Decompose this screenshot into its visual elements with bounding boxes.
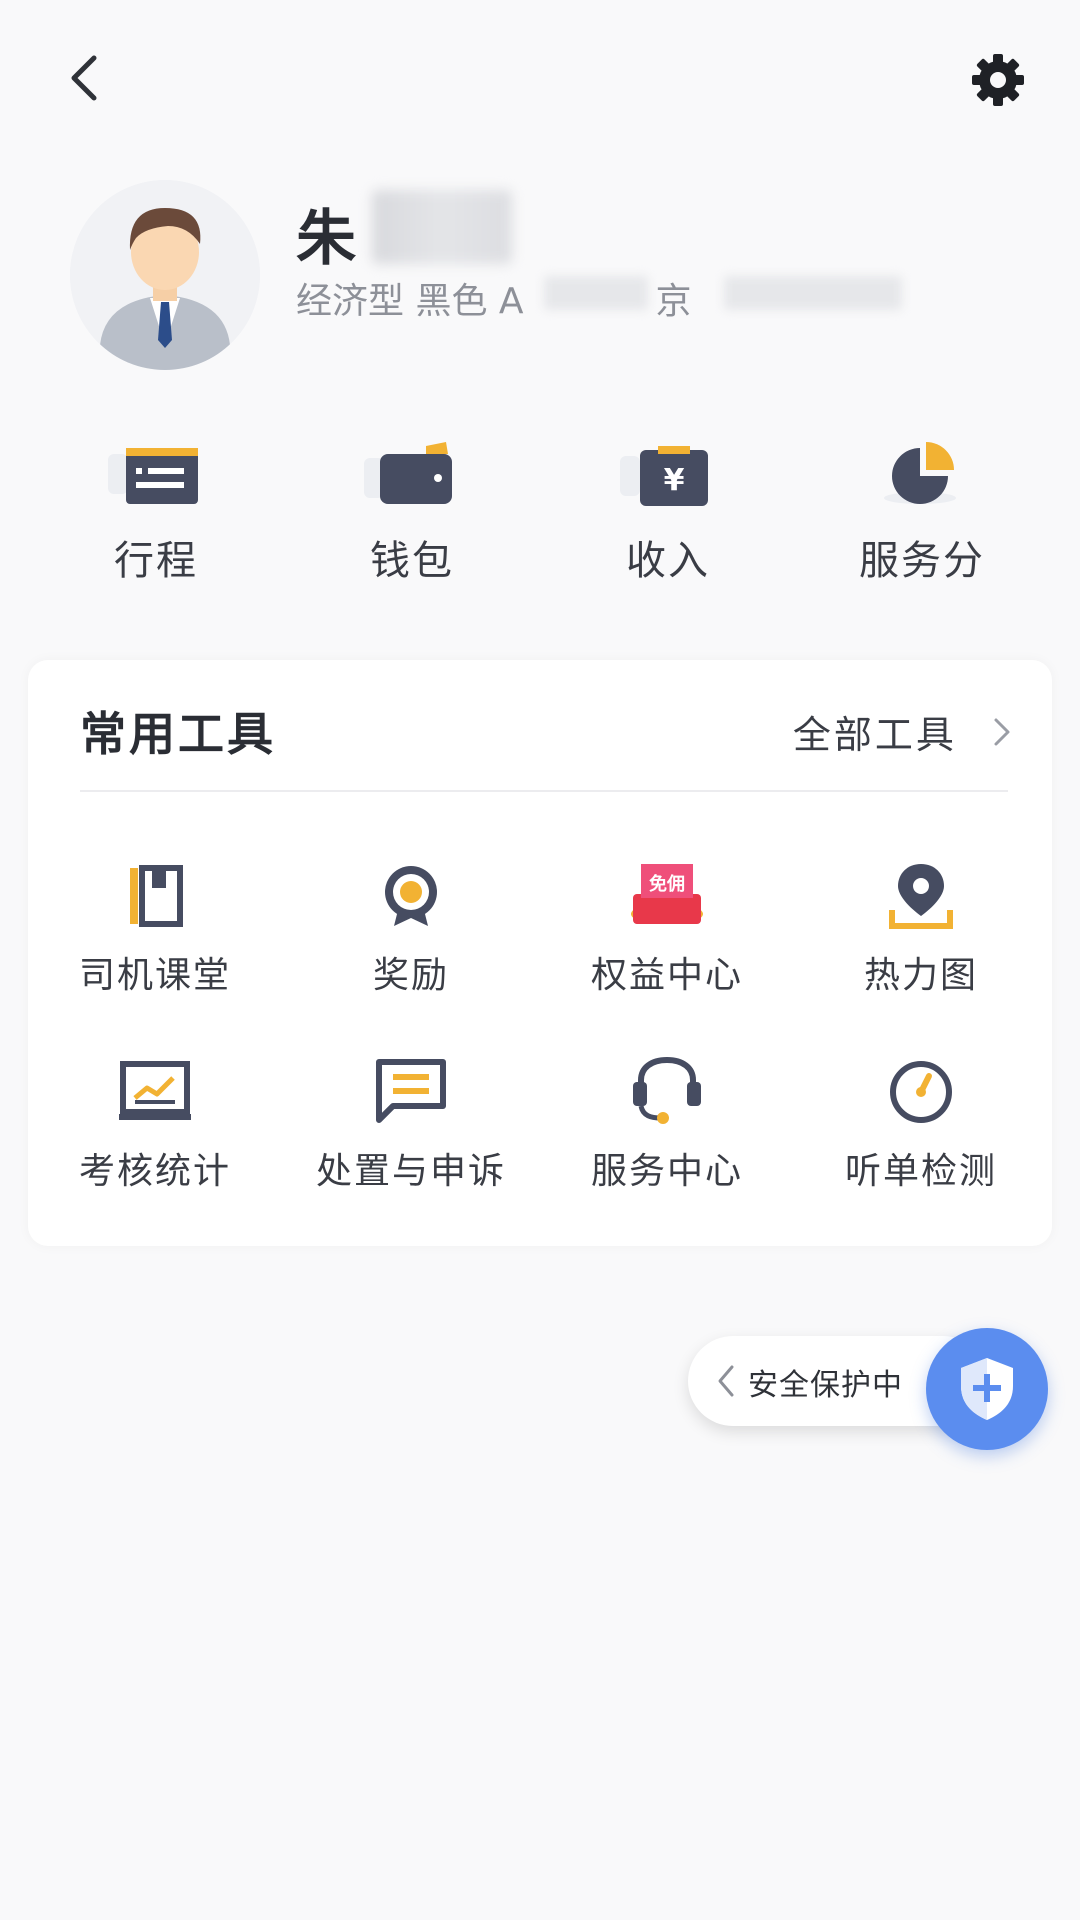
gauge-icon xyxy=(890,1061,952,1123)
tool-benefits-center[interactable]: 免佣 权益中心 xyxy=(552,860,782,1010)
common-tools-card: 常用工具 全部工具 司机课堂 奖励 免佣 权益中心 热力图 考核统计 处置与申诉… xyxy=(28,660,1052,1246)
tool-driver-class[interactable]: 司机课堂 xyxy=(40,860,270,1010)
tool-label: 奖励 xyxy=(372,955,449,996)
tool-disposal-appeal[interactable]: 处置与申诉 xyxy=(296,1056,526,1206)
medal-icon xyxy=(385,866,437,926)
top-bar xyxy=(0,0,1080,160)
safety-shield-button[interactable] xyxy=(926,1328,1048,1450)
avatar[interactable] xyxy=(70,180,260,370)
headset-icon xyxy=(633,1056,701,1124)
all-tools-link[interactable]: 全部工具 xyxy=(793,704,1012,757)
book-icon xyxy=(130,865,183,927)
tool-label: 听单检测 xyxy=(844,1151,997,1192)
quick-action-wallet[interactable]: 钱包 xyxy=(312,430,512,600)
divider xyxy=(80,790,1008,792)
quick-action-label: 收入 xyxy=(626,538,710,584)
all-tools-label: 全部工具 xyxy=(792,713,957,757)
redacted-name xyxy=(372,190,512,264)
tool-label: 考核统计 xyxy=(78,1151,231,1192)
tool-heatmap[interactable]: 热力图 xyxy=(806,860,1036,1010)
trip-card-icon xyxy=(108,448,198,504)
chevron-right-icon xyxy=(994,718,1010,745)
tool-label: 司机课堂 xyxy=(78,955,231,996)
tool-label: 处置与申诉 xyxy=(315,1151,506,1192)
quick-action-label: 钱包 xyxy=(370,538,454,584)
chevron-left-icon xyxy=(71,55,97,101)
tools-title: 常用工具 xyxy=(80,707,276,761)
commission-free-badge: 免佣 xyxy=(649,873,685,895)
coupon-gift-icon: 免佣 xyxy=(631,864,703,924)
message-icon xyxy=(376,1059,446,1123)
redacted-plate-segment xyxy=(544,276,648,310)
tool-service-center[interactable]: 服务中心 xyxy=(552,1056,782,1206)
quick-action-trips[interactable]: 行程 xyxy=(56,430,256,600)
chart-board-icon xyxy=(119,1061,191,1120)
gear-icon xyxy=(972,54,1024,106)
pie-chart-icon xyxy=(884,442,956,504)
driver-avatar-icon xyxy=(70,180,260,370)
tool-label: 热力图 xyxy=(863,955,978,996)
quick-action-label: 服务分 xyxy=(859,538,985,584)
income-yen-icon: ¥ xyxy=(620,446,708,506)
profile-header: 朱 经济型 黑色 A 京 xyxy=(0,160,1080,370)
quick-action-service-score[interactable]: 服务分 xyxy=(822,430,1022,600)
driver-profile-screen: 朱 经济型 黑色 A 京 行程 钱包 ¥ 收入 服务分 常用工具 全部工具 司机课… xyxy=(0,0,1080,1920)
shield-plus-icon xyxy=(961,1358,1013,1420)
tool-assessment-stats[interactable]: 考核统计 xyxy=(40,1056,270,1206)
car-description: 经济型 黑色 A xyxy=(296,281,524,322)
wallet-icon xyxy=(364,442,452,504)
tool-order-detection[interactable]: 听单检测 xyxy=(806,1056,1036,1206)
chevron-left-icon xyxy=(718,1365,734,1397)
back-button[interactable] xyxy=(58,50,114,106)
svg-text:¥: ¥ xyxy=(664,463,685,498)
map-pin-icon xyxy=(889,864,953,929)
plate-prefix: 京 xyxy=(655,281,692,322)
tool-label: 权益中心 xyxy=(590,955,743,996)
quick-actions: 行程 钱包 ¥ 收入 服务分 xyxy=(0,430,1080,600)
settings-button[interactable] xyxy=(968,50,1028,110)
redacted-plate-number xyxy=(724,276,902,310)
quick-action-label: 行程 xyxy=(114,538,198,584)
tool-label: 服务中心 xyxy=(590,1151,743,1192)
quick-action-income[interactable]: ¥ 收入 xyxy=(568,430,768,600)
tool-rewards[interactable]: 奖励 xyxy=(296,860,526,1010)
driver-name: 朱 xyxy=(296,204,358,274)
safety-label: 安全保护中 xyxy=(748,1368,903,1403)
